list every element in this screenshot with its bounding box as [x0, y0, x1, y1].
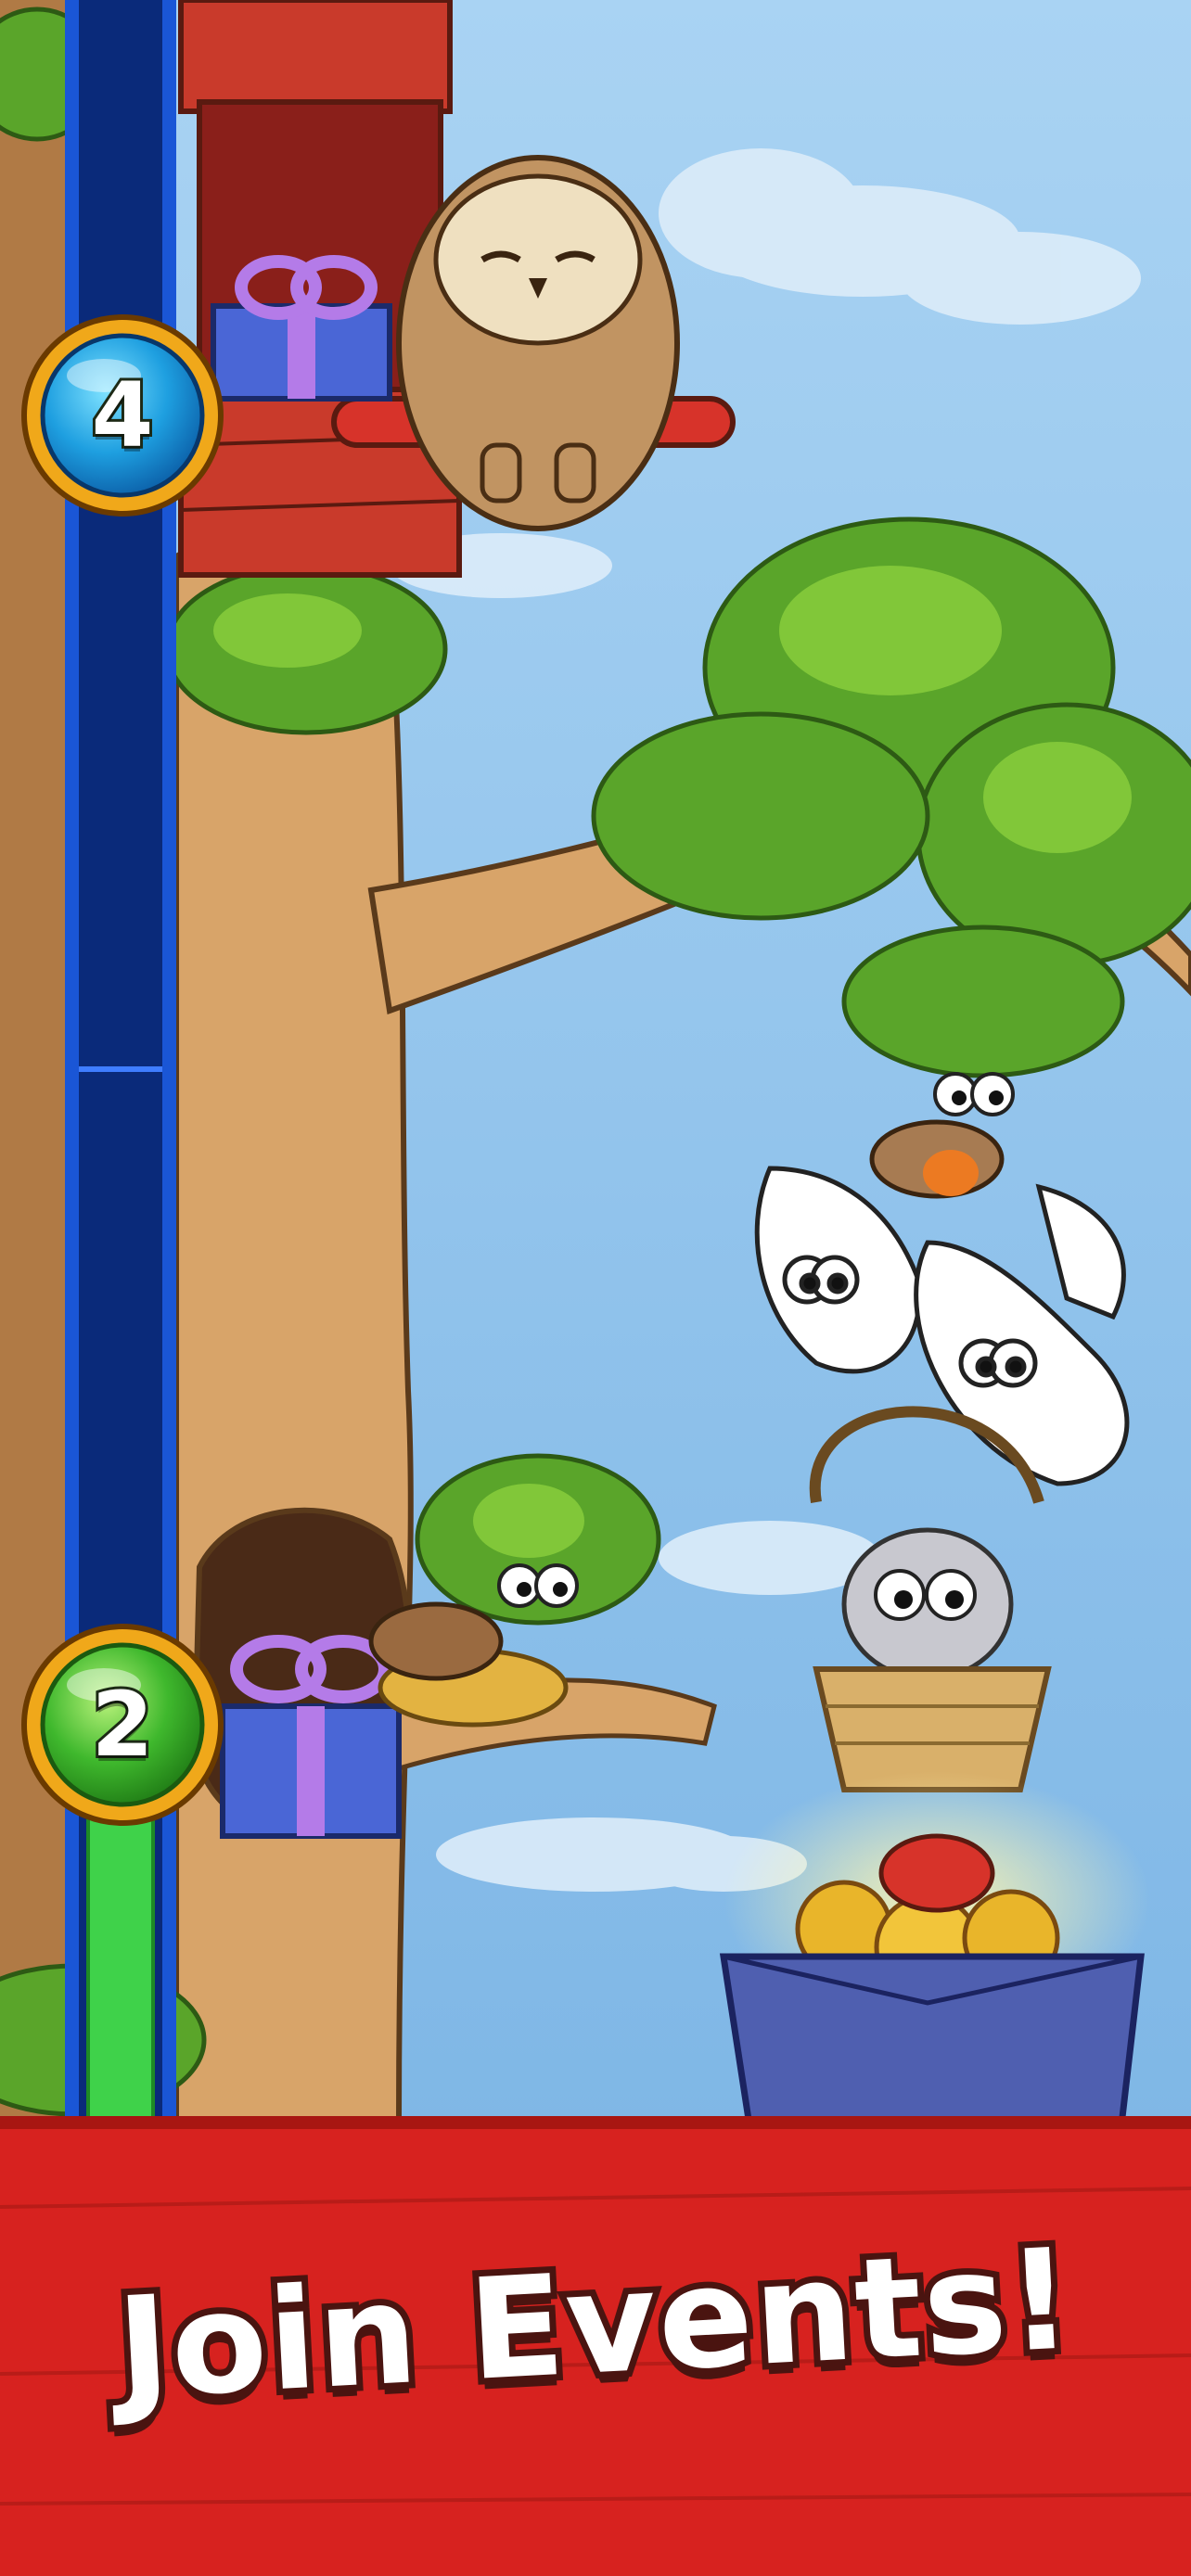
- owl-icon: [396, 155, 680, 531]
- milestone-level-label: 2: [89, 1670, 157, 1779]
- milestone-badge-4[interactable]: 4: [22, 315, 223, 516]
- milestone-badge-2[interactable]: 2: [22, 1625, 223, 1825]
- progress-fill: [86, 1797, 155, 2125]
- milestone-level-label: 4: [89, 361, 157, 470]
- tree-trunk: [173, 529, 414, 2126]
